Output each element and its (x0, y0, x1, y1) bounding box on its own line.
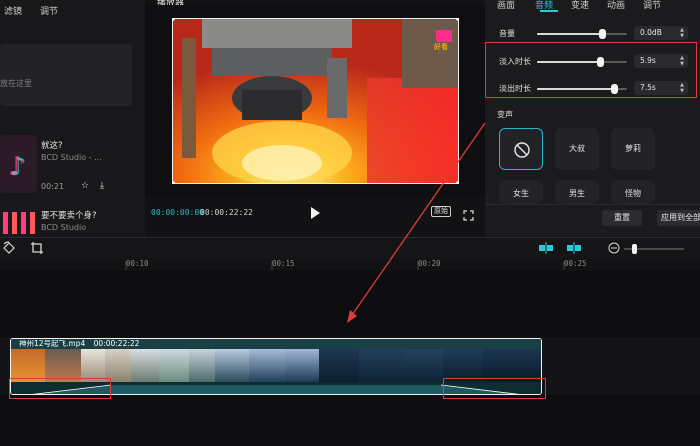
clip-header: 神州12号起飞.mp4 00:00:22:22 (11, 339, 541, 349)
total-timecode: 00:00:22:22 (200, 208, 253, 217)
slider-thumb[interactable] (632, 244, 637, 254)
media-duration: 00:21 (41, 182, 65, 191)
watermark-logo (436, 30, 452, 42)
svg-text:♪: ♪ (10, 152, 27, 182)
volume-label: 音量 (499, 29, 515, 38)
list-item[interactable]: ♪ ♪ 就这? BCD Studio - ... 00:21 ☆ ⤓ (0, 135, 145, 195)
media-title: 要不要卖个身? (41, 211, 97, 221)
volume-value-text: 0.0dB (640, 28, 662, 37)
voice-change-label: 变声 (497, 110, 513, 119)
clip-frame (359, 349, 403, 382)
active-tab-indicator (540, 10, 558, 12)
tab-filter[interactable]: 滤镜 (4, 4, 22, 17)
clip-frame (319, 349, 359, 382)
voice-uncle-button[interactable]: 大叔 (555, 128, 599, 170)
volume-value[interactable]: 0.0dB ▲ ▼ (634, 26, 688, 40)
clip-frame (159, 349, 189, 382)
clip-frame (249, 349, 285, 382)
media-title: 就这? (41, 141, 63, 151)
fade-in-highlight (9, 378, 111, 399)
apply-to-all-button[interactable]: 应用到全部 (657, 210, 700, 226)
media-author: BCD Studio - ... (41, 153, 102, 162)
annotation-arrow (347, 122, 486, 323)
list-item[interactable]: 要不要卖个身? BCD Studio (0, 206, 145, 237)
media-thumbnail: ♪ ♪ (0, 135, 37, 193)
clip-frame (403, 349, 443, 382)
drop-zone[interactable] (0, 44, 132, 106)
tab-speed[interactable]: 变速 (571, 0, 589, 11)
clip-frame (131, 349, 159, 382)
volume-slider[interactable] (537, 29, 627, 39)
annotation-highlight (485, 42, 697, 98)
play-button[interactable] (309, 205, 321, 219)
stepper-icon[interactable]: ▲ ▼ (680, 27, 684, 39)
voice-male-button[interactable]: 男生 (555, 180, 599, 204)
voice-loli-button[interactable]: 萝莉 (611, 128, 655, 170)
resize-handle[interactable] (172, 181, 175, 184)
tab-animation[interactable]: 动画 (607, 0, 625, 11)
rotate-icon[interactable] (2, 241, 16, 255)
fade-out-highlight (443, 378, 546, 399)
tab-picture[interactable]: 画面 (497, 0, 515, 11)
watermark-text: 好看 (434, 43, 448, 51)
play-icon (311, 207, 320, 219)
drop-zone-hint: 放在这里 (0, 79, 32, 88)
favorite-icon[interactable]: ☆ (80, 181, 90, 191)
link-icon[interactable] (566, 242, 582, 254)
media-thumbnail (0, 206, 37, 237)
reset-button[interactable]: 重置 (602, 210, 642, 226)
clip-frame (189, 349, 215, 382)
clip-duration: 00:00:22:22 (93, 339, 140, 348)
tab-adjust[interactable]: 调节 (643, 0, 661, 11)
media-panel: 滤镜 调节 放在这里 ♪ ♪ 就这? BCD Studio - ... 00:2… (0, 0, 145, 237)
current-timecode: 00:00:00:00 (151, 208, 204, 217)
voice-female-button[interactable]: 女生 (499, 180, 543, 204)
clip-frame (285, 349, 319, 382)
tab-adjust[interactable]: 调节 (40, 4, 58, 17)
inspector-panel: 画面 音频 变速 动画 调节 音量 0.0dB ▲ ▼ 淡入时长 5.9s ▲ ▼ 淡出… (485, 0, 700, 237)
crop-icon[interactable] (30, 241, 44, 255)
clip-title: 神州12号起飞.mp4 (19, 339, 86, 348)
slider-thumb[interactable] (598, 29, 606, 39)
download-icon[interactable]: ⤓ (97, 181, 107, 191)
resize-handle[interactable] (456, 18, 459, 21)
clip-frame (215, 349, 249, 382)
voice-none-button[interactable] (499, 128, 543, 170)
media-author: BCD Studio (41, 223, 87, 232)
snap-icon[interactable] (538, 242, 554, 254)
zoom-slider[interactable] (624, 244, 684, 254)
voice-monster-button[interactable]: 怪物 (611, 180, 655, 204)
zoom-out-icon[interactable] (608, 242, 620, 254)
no-effect-icon (514, 142, 530, 158)
